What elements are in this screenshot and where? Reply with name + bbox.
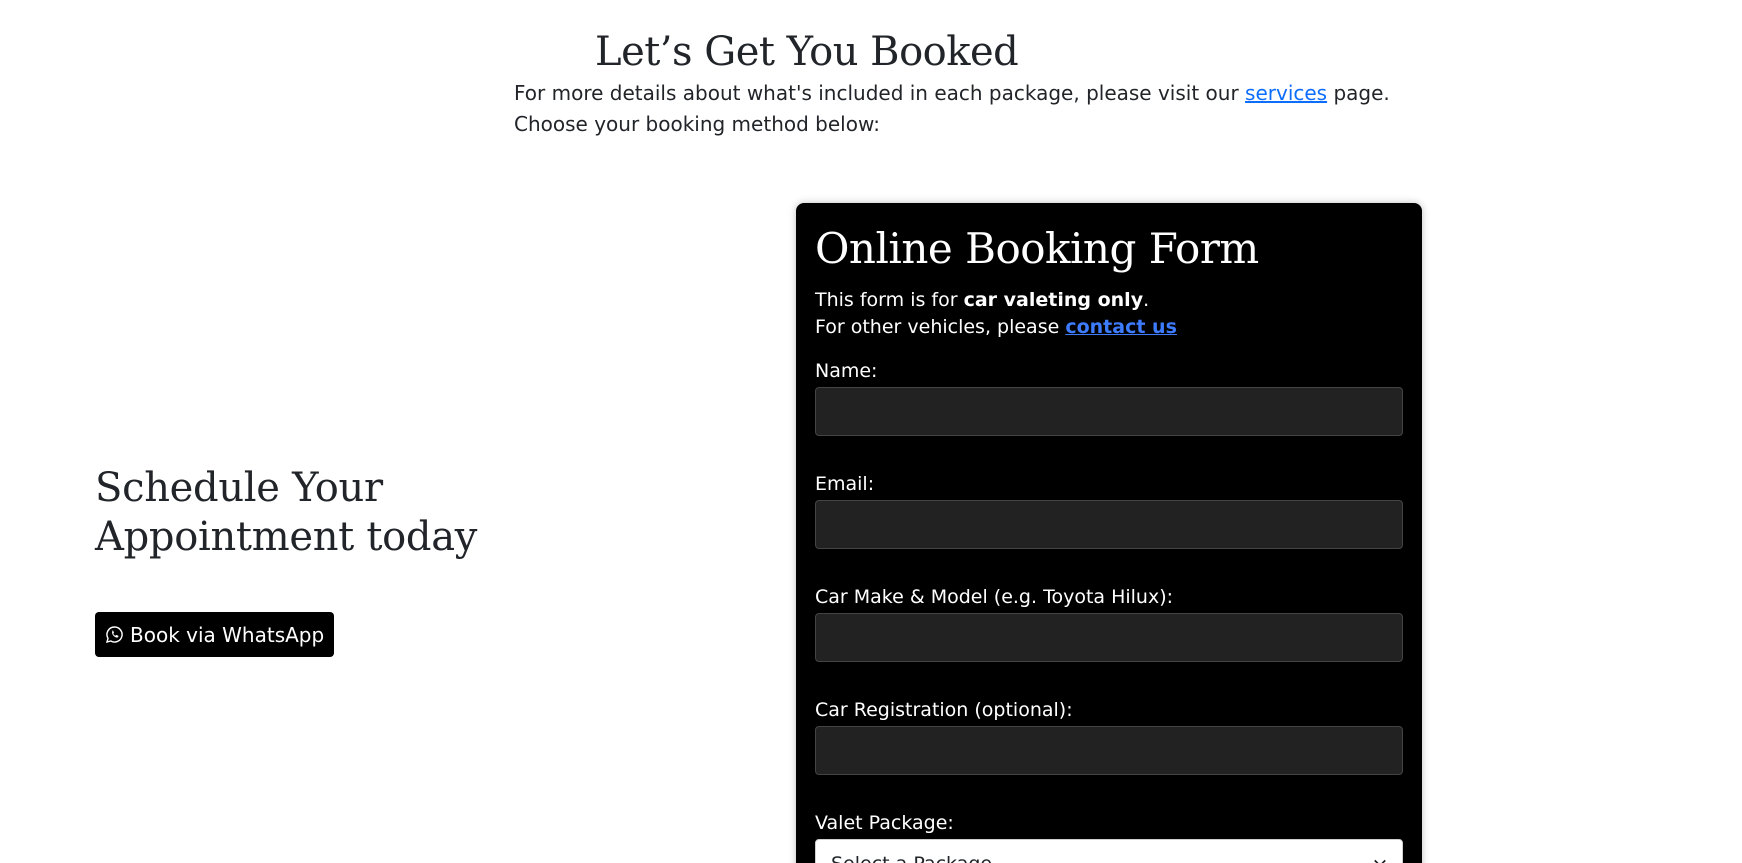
schedule-section: Schedule Your Appointment today — [95, 464, 655, 562]
car-registration-label: Car Registration (optional): — [815, 699, 1073, 721]
car-registration-input[interactable] — [815, 726, 1403, 775]
valet-package-field-group: Valet Package: Select a Package — [815, 811, 1403, 863]
chevron-down-icon — [1373, 853, 1387, 863]
valet-package-select[interactable]: Select a Package — [815, 839, 1403, 863]
name-field-group: Name: — [815, 359, 1403, 436]
schedule-heading-line2: Appointment today — [95, 514, 478, 560]
note-prefix: This form is for — [815, 289, 964, 311]
form-title: Online Booking Form — [815, 224, 1259, 273]
car-registration-field-group: Car Registration (optional): — [815, 698, 1403, 775]
email-input[interactable] — [815, 500, 1403, 549]
intro-text-prefix: For more details about what's included i… — [514, 81, 1246, 105]
car-model-field-group: Car Make & Model (e.g. Toyota Hilux): — [815, 585, 1403, 662]
car-model-label: Car Make & Model (e.g. Toyota Hilux): — [815, 586, 1174, 608]
form-note-contact: For other vehicles, please contact us — [815, 314, 1403, 341]
email-label: Email: — [815, 473, 875, 495]
name-input[interactable] — [815, 387, 1403, 436]
intro-section: Let’s Get You Booked For more details ab… — [514, 26, 1414, 140]
intro-text-suffix: page. — [1327, 81, 1390, 105]
online-booking-form: Online Booking Form This form is for car… — [796, 203, 1422, 863]
book-via-whatsapp-button[interactable]: Book via WhatsApp — [95, 612, 335, 657]
name-label: Name: — [815, 360, 878, 382]
services-link[interactable]: services — [1245, 81, 1327, 105]
email-field-group: Email: — [815, 472, 1403, 549]
car-model-input[interactable] — [815, 613, 1403, 662]
intro-text-services: For more details about what's included i… — [514, 78, 1414, 109]
form-note-car-only: This form is for car valeting only. — [815, 287, 1403, 314]
note-suffix: . — [1143, 289, 1150, 311]
valet-package-selected: Select a Package — [831, 853, 992, 863]
contact-us-link[interactable]: contact us — [1065, 316, 1177, 338]
whatsapp-icon — [105, 625, 124, 644]
booking-page: Let’s Get You Booked For more details ab… — [0, 0, 1742, 863]
note2-prefix: For other vehicles, please — [815, 316, 1066, 338]
schedule-heading-line1: Schedule Your — [95, 465, 383, 511]
whatsapp-button-label: Book via WhatsApp — [130, 622, 325, 647]
intro-text-choose: Choose your booking method below: — [514, 112, 880, 136]
page-title: Let’s Get You Booked — [595, 29, 1019, 75]
valet-package-label: Valet Package: — [815, 812, 954, 834]
note-bold: car valeting only — [963, 289, 1144, 311]
schedule-heading: Schedule Your Appointment today — [95, 464, 655, 562]
